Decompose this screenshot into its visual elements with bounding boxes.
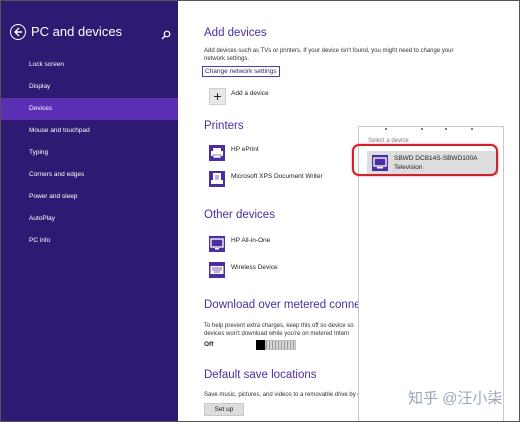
other-devices-heading: Other devices [204, 209, 275, 221]
add-devices-heading: Add devices [204, 27, 267, 39]
pc-settings-window: PC and devices Lock screen Display Devic… [0, 0, 520, 422]
printers-heading: Printers [204, 120, 244, 132]
add-device-plus-icon[interactable]: + [209, 88, 226, 105]
set-up-button[interactable]: Set up [204, 403, 244, 416]
sidebar-item-autoplay[interactable]: AutoPlay [1, 208, 178, 230]
highlight-annotation [352, 144, 498, 176]
sidebar-title: PC and devices [31, 24, 123, 39]
document-printer-icon[interactable] [209, 171, 225, 187]
sidebar-item-mouse-and-touchpad[interactable]: Mouse and touchpad [1, 120, 178, 142]
metered-heading: Download over metered conne [204, 299, 361, 311]
device-item-wireless-device[interactable]: Wireless Device [231, 264, 278, 271]
default-save-heading: Default save locations [204, 369, 317, 381]
add-device-label[interactable]: Add a device [231, 90, 269, 97]
loading-dots [359, 127, 505, 133]
sidebar-item-power-and-sleep[interactable]: Power and sleep [1, 186, 178, 208]
printer-icon[interactable] [209, 145, 225, 161]
add-devices-description-line1: Add devices such as TVs or printers. If … [204, 48, 454, 54]
watermark: 知乎 @汪小柒 [408, 390, 503, 407]
printer-item-hp-eprint[interactable]: HP ePrint [231, 146, 259, 153]
sidebar-item-typing[interactable]: Typing [1, 142, 178, 164]
metered-toggle-switch[interactable] [265, 340, 296, 350]
sidebar-item-devices[interactable]: Devices [1, 98, 178, 120]
printer-item-xps-writer[interactable]: Microsoft XPS Document Writer [231, 173, 323, 180]
add-devices-description-line2: network settings. [204, 56, 250, 62]
metered-description-line1: To help prevent extra charges, keep this… [204, 323, 354, 329]
sidebar-item-display[interactable]: Display [1, 76, 178, 98]
metered-description-line2: devices won't download while you're on m… [204, 331, 350, 337]
default-save-description: Save music, pictures, and videos to a re… [204, 392, 376, 398]
sidebar-item-lock-screen[interactable]: Lock screen [1, 54, 178, 76]
sidebar-item-pc-info[interactable]: PC info [1, 230, 178, 252]
change-network-settings-link[interactable]: Change network settings [202, 66, 280, 77]
sidebar-item-corners-and-edges[interactable]: Corners and edges [1, 164, 178, 186]
search-icon[interactable] [161, 27, 171, 40]
metered-toggle-label: Off [204, 341, 214, 348]
keyboard-icon[interactable] [209, 262, 225, 278]
monitor-icon[interactable] [209, 236, 225, 252]
back-arrow-icon[interactable] [10, 24, 26, 40]
device-item-hp-all-in-one[interactable]: HP All-in-One [231, 237, 270, 244]
metered-toggle-thumb[interactable] [256, 340, 265, 350]
sidebar: PC and devices Lock screen Display Devic… [1, 1, 178, 421]
